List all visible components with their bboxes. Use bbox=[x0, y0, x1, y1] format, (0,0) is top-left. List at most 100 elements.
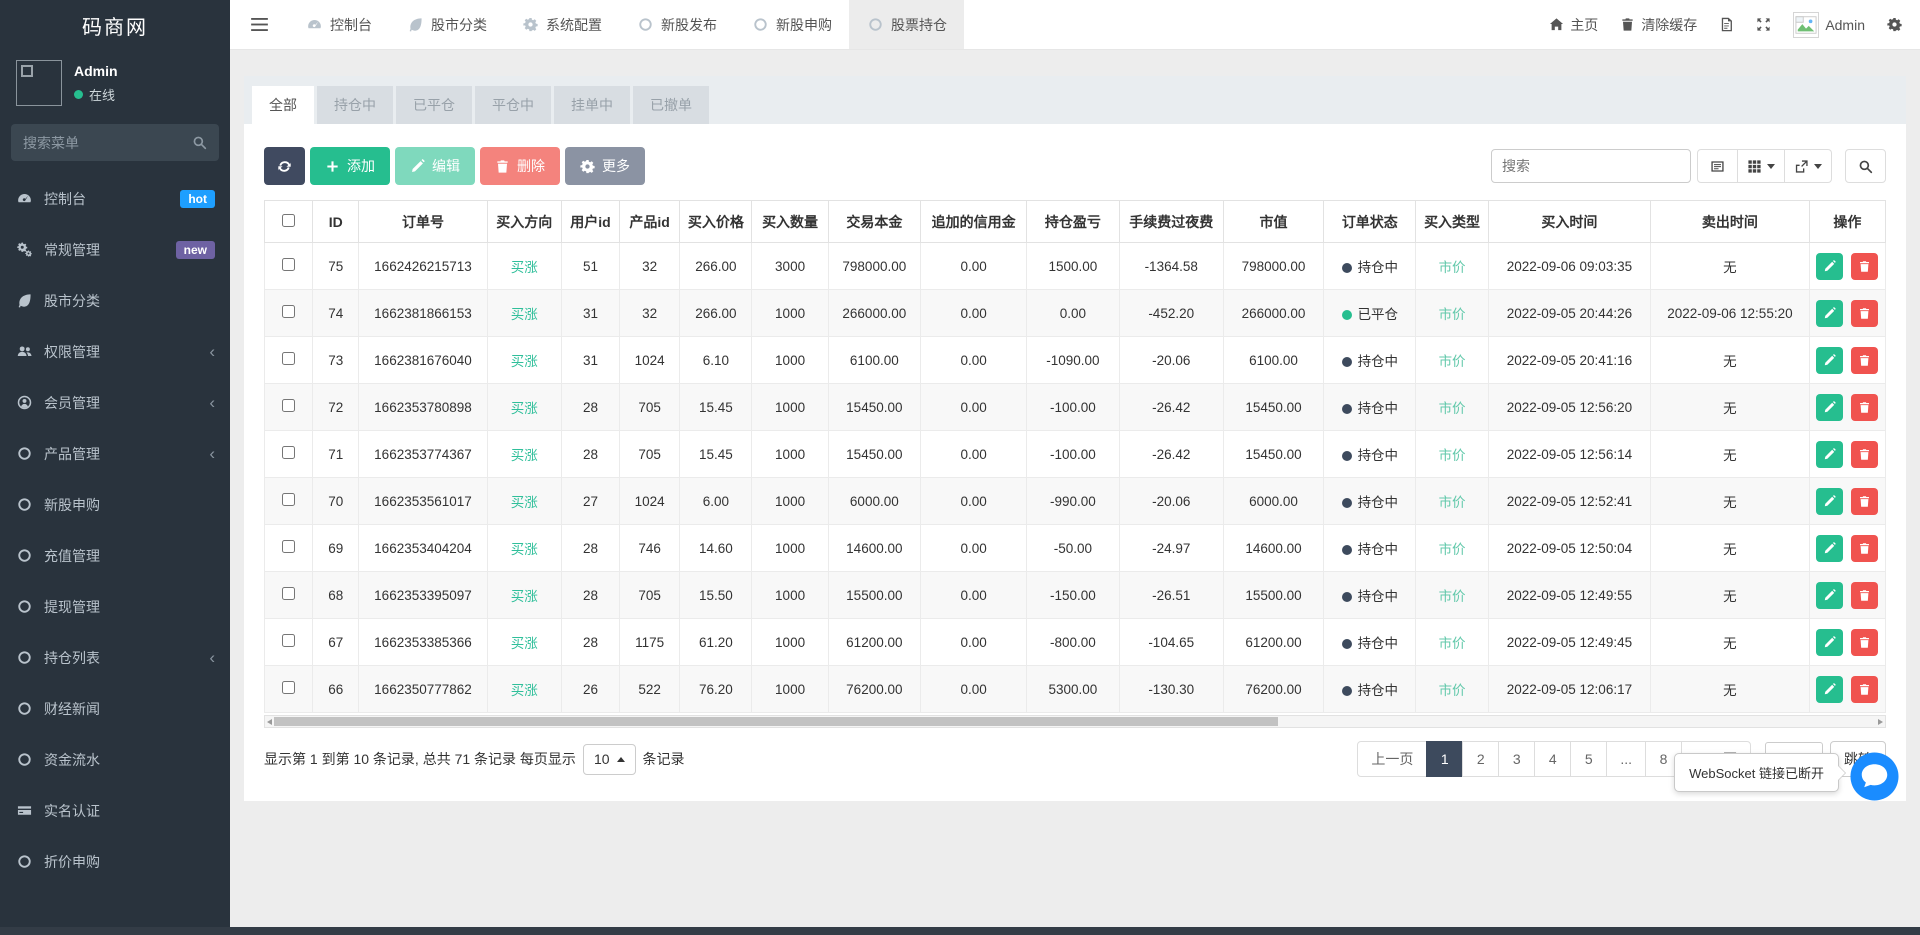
circle-icon bbox=[15, 752, 33, 767]
sidebar-menu-item[interactable]: 股市分类 bbox=[0, 275, 230, 326]
columns-button[interactable] bbox=[1738, 149, 1785, 183]
edit-button[interactable]: 编辑 bbox=[395, 147, 475, 185]
page-button[interactable]: 2 bbox=[1462, 741, 1499, 777]
sidebar-search-input[interactable] bbox=[23, 135, 192, 151]
topnav-item-label: 股市分类 bbox=[431, 15, 487, 35]
row-delete-button[interactable] bbox=[1851, 441, 1878, 468]
status-dot-icon bbox=[1342, 357, 1352, 367]
scrollbar-thumb[interactable] bbox=[274, 717, 1278, 726]
table-row: 68 1662353395097 买涨 28 705 15.50 1000 15… bbox=[265, 572, 1886, 619]
cell-fee: -24.97 bbox=[1119, 525, 1223, 572]
topnav-item[interactable]: 系统配置 bbox=[504, 0, 619, 49]
table-search-input[interactable] bbox=[1491, 149, 1691, 183]
delete-button[interactable]: 删除 bbox=[480, 147, 560, 185]
row-checkbox[interactable] bbox=[282, 305, 295, 318]
scroll-right-arrow-icon[interactable] bbox=[1878, 719, 1883, 725]
sidebar-menu-item[interactable]: 会员管理 ‹ bbox=[0, 377, 230, 428]
row-edit-button[interactable] bbox=[1816, 347, 1843, 374]
user-menu[interactable]: Admin bbox=[1793, 12, 1865, 38]
row-checkbox[interactable] bbox=[282, 587, 295, 600]
topnav-item[interactable]: 股票持仓 bbox=[849, 0, 964, 49]
row-delete-button[interactable] bbox=[1851, 582, 1878, 609]
row-delete-button[interactable] bbox=[1851, 300, 1878, 327]
row-delete-button[interactable] bbox=[1851, 488, 1878, 515]
page-button[interactable]: 上一页 bbox=[1357, 741, 1427, 777]
add-button[interactable]: 添加 bbox=[310, 147, 390, 185]
row-delete-button[interactable] bbox=[1851, 676, 1878, 703]
row-edit-button[interactable] bbox=[1816, 394, 1843, 421]
sidebar-toggle-button[interactable] bbox=[230, 0, 288, 49]
sidebar-menu-item[interactable]: 实名认证 bbox=[0, 785, 230, 836]
row-edit-button[interactable] bbox=[1816, 582, 1843, 609]
cell-actions bbox=[1809, 525, 1885, 572]
export-button[interactable] bbox=[1785, 149, 1832, 183]
row-edit-button[interactable] bbox=[1816, 488, 1843, 515]
filter-tab[interactable]: 已平仓 bbox=[396, 86, 472, 124]
row-checkbox[interactable] bbox=[282, 493, 295, 506]
sidebar-menu-item[interactable]: 充值管理 bbox=[0, 530, 230, 581]
filter-tab[interactable]: 挂单中 bbox=[554, 86, 630, 124]
fullscreen-button[interactable] bbox=[1756, 17, 1771, 32]
chat-bubble-button[interactable] bbox=[1850, 752, 1899, 801]
page-button[interactable]: 1 bbox=[1426, 741, 1463, 777]
gear-icon bbox=[521, 17, 539, 32]
filter-tab[interactable]: 已撤单 bbox=[633, 86, 709, 124]
row-edit-button[interactable] bbox=[1816, 535, 1843, 562]
horizontal-scrollbar[interactable] bbox=[264, 715, 1886, 728]
cell-product-id: 705 bbox=[620, 572, 680, 619]
filter-tab[interactable]: 平仓中 bbox=[475, 86, 551, 124]
cell-product-id: 1024 bbox=[620, 478, 680, 525]
clear-cache-link[interactable]: 清除缓存 bbox=[1620, 15, 1697, 35]
cell-user-id: 28 bbox=[561, 619, 619, 666]
topnav-item[interactable]: 新股发布 bbox=[619, 0, 734, 49]
row-edit-button[interactable] bbox=[1816, 300, 1843, 327]
sidebar-menu-item[interactable]: 新股申购 bbox=[0, 479, 230, 530]
sidebar-menu-item[interactable]: 财经新闻 bbox=[0, 683, 230, 734]
row-edit-button[interactable] bbox=[1816, 441, 1843, 468]
row-checkbox[interactable] bbox=[282, 540, 295, 553]
row-checkbox[interactable] bbox=[282, 446, 295, 459]
select-all-checkbox[interactable] bbox=[282, 214, 295, 227]
row-delete-button[interactable] bbox=[1851, 394, 1878, 421]
cell-id: 72 bbox=[313, 384, 359, 431]
page-button[interactable]: 5 bbox=[1570, 741, 1607, 777]
row-delete-button[interactable] bbox=[1851, 253, 1878, 280]
row-checkbox[interactable] bbox=[282, 634, 295, 647]
search-submit-button[interactable] bbox=[1845, 149, 1886, 183]
home-link[interactable]: 主页 bbox=[1549, 15, 1598, 35]
row-checkbox[interactable] bbox=[282, 399, 295, 412]
row-delete-button[interactable] bbox=[1851, 535, 1878, 562]
refresh-button[interactable] bbox=[264, 147, 305, 185]
row-edit-button[interactable] bbox=[1816, 629, 1843, 656]
topnav-item[interactable]: 股市分类 bbox=[389, 0, 504, 49]
sidebar-menu-item[interactable]: 常规管理 new bbox=[0, 224, 230, 275]
row-edit-button[interactable] bbox=[1816, 253, 1843, 280]
scroll-left-arrow-icon[interactable] bbox=[267, 719, 272, 725]
detail-view-button[interactable] bbox=[1697, 149, 1738, 183]
cell-sell-time: 无 bbox=[1651, 384, 1809, 431]
page-button[interactable]: 3 bbox=[1498, 741, 1535, 777]
row-checkbox[interactable] bbox=[282, 681, 295, 694]
row-delete-button[interactable] bbox=[1851, 629, 1878, 656]
sidebar-menu-item[interactable]: 提现管理 bbox=[0, 581, 230, 632]
sidebar-menu-item[interactable]: 权限管理 ‹ bbox=[0, 326, 230, 377]
filter-tab[interactable]: 全部 bbox=[252, 86, 314, 124]
page-button[interactable]: 4 bbox=[1534, 741, 1571, 777]
topnav-item[interactable]: 新股申购 bbox=[734, 0, 849, 49]
topnav-item[interactable]: 控制台 bbox=[288, 0, 389, 49]
row-edit-button[interactable] bbox=[1816, 676, 1843, 703]
more-button[interactable]: 更多 bbox=[565, 147, 645, 185]
file-icon-button[interactable] bbox=[1719, 17, 1734, 32]
page-button[interactable]: ... bbox=[1606, 741, 1646, 777]
sidebar-menu-item[interactable]: 产品管理 ‹ bbox=[0, 428, 230, 479]
sidebar-menu-item[interactable]: 持仓列表 ‹ bbox=[0, 632, 230, 683]
filter-tab[interactable]: 持仓中 bbox=[317, 86, 393, 124]
page-size-dropdown[interactable]: 10 bbox=[583, 744, 636, 775]
sidebar-menu-item[interactable]: 控制台 hot bbox=[0, 173, 230, 224]
row-checkbox[interactable] bbox=[282, 352, 295, 365]
settings-button[interactable] bbox=[1887, 17, 1902, 32]
row-delete-button[interactable] bbox=[1851, 347, 1878, 374]
row-checkbox[interactable] bbox=[282, 258, 295, 271]
sidebar-menu-item[interactable]: 折价申购 bbox=[0, 836, 230, 887]
sidebar-menu-item[interactable]: 资金流水 bbox=[0, 734, 230, 785]
